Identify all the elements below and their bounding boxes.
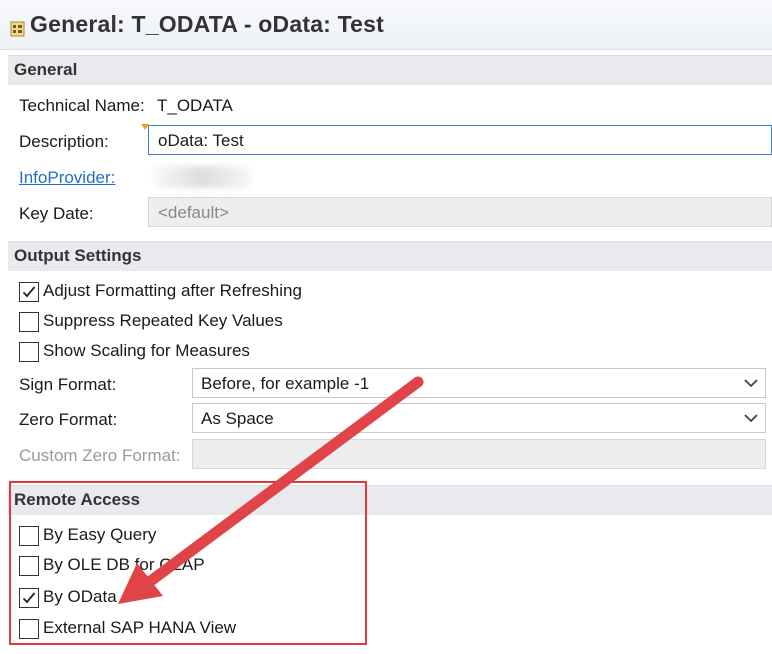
chevron-down-icon [744,414,758,423]
technical-name-label: Technical Name: [19,96,145,115]
zero-format-dropdown[interactable]: As Space [192,403,766,433]
checkbox-label: Adjust Formatting after Refreshing [43,281,302,300]
editor-title-bar: General: T_ODATA - oData: Test [0,0,772,50]
sign-format-label: Sign Format: [19,375,117,394]
checkbox-box[interactable] [19,312,39,332]
technical-name-value: T_ODATA [157,96,233,115]
checkmark-icon [22,286,36,298]
zero-format-label: Zero Format: [19,410,118,429]
section-general-header[interactable]: General [8,55,772,85]
editor-title: General: T_ODATA - oData: Test [30,11,385,37]
remote-access-highlight-box [9,481,367,645]
description-field[interactable]: oData: Test [148,125,772,155]
infoprovider-link[interactable]: InfoProvider: [19,168,115,188]
zero-format-value: As Space [201,409,274,428]
query-icon [10,21,25,37]
key-date-label: Key Date: [19,204,94,223]
key-date-field[interactable]: <default> [148,197,772,227]
checkbox-label: Show Scaling for Measures [43,341,250,360]
checkbox-label: Suppress Repeated Key Values [43,311,283,330]
section-general-title: General [14,60,78,79]
checkbox-box[interactable] [19,342,39,362]
infoprovider-value-redacted [152,166,252,188]
key-date-field-value: <default> [158,203,229,222]
section-output-settings-header[interactable]: Output Settings [8,241,772,271]
section-output-settings-title: Output Settings [14,246,142,265]
checkbox-box[interactable] [19,282,39,302]
description-label: Description: [19,132,109,151]
sign-format-dropdown[interactable]: Before, for example -1 [192,368,766,398]
description-field-value: oData: Test [158,131,244,150]
sign-format-value: Before, for example -1 [201,374,370,393]
chevron-down-icon [744,379,758,388]
custom-zero-format-field [192,439,766,469]
custom-zero-format-label: Custom Zero Format: [19,446,181,465]
